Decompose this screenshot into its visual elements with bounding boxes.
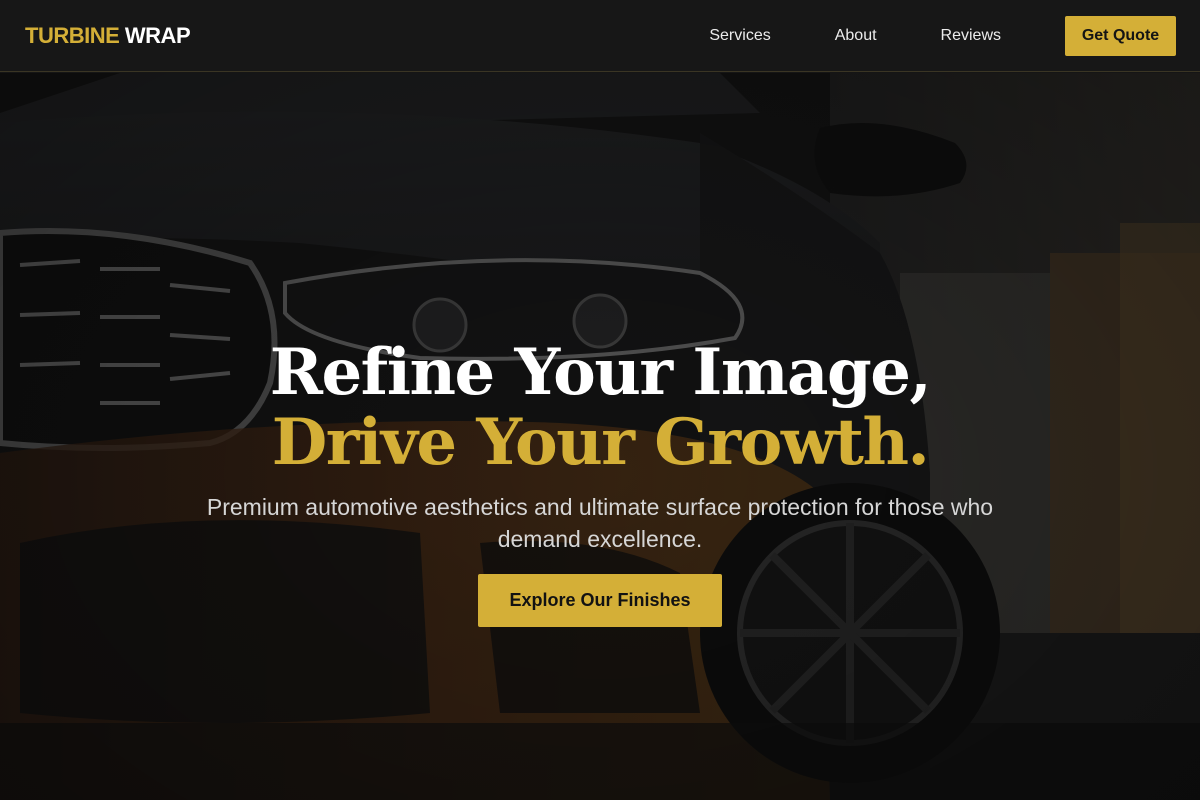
nav-link-services[interactable]: Services [709,27,770,45]
logo-word-turbine: TURBINE [25,22,120,48]
logo-word-wrap: WRAP [124,22,191,48]
nav-link-reviews[interactable]: Reviews [941,27,1001,45]
hero-section: Refine Your Image, Drive Your Growth. Pr… [0,73,1200,800]
hero-subtitle: Premium automotive aesthetics and ultima… [206,494,994,552]
top-navbar: TURBINE WRAP Services About Reviews Get … [0,0,1200,72]
brand-logo[interactable]: TURBINE WRAP [25,22,191,49]
get-quote-button[interactable]: Get Quote [1065,15,1176,56]
hero-headline-line1: Refine Your Image, [269,335,932,410]
hero-headline-line2: Drive Your Growth. [271,405,930,480]
nav-link-about[interactable]: About [835,27,877,45]
nav-links: Services About Reviews Get Quote [709,15,1176,56]
hero-content: Refine Your Image, Drive Your Growth. Pr… [0,73,1200,800]
explore-finishes-button[interactable]: Explore Our Finishes [478,574,722,627]
